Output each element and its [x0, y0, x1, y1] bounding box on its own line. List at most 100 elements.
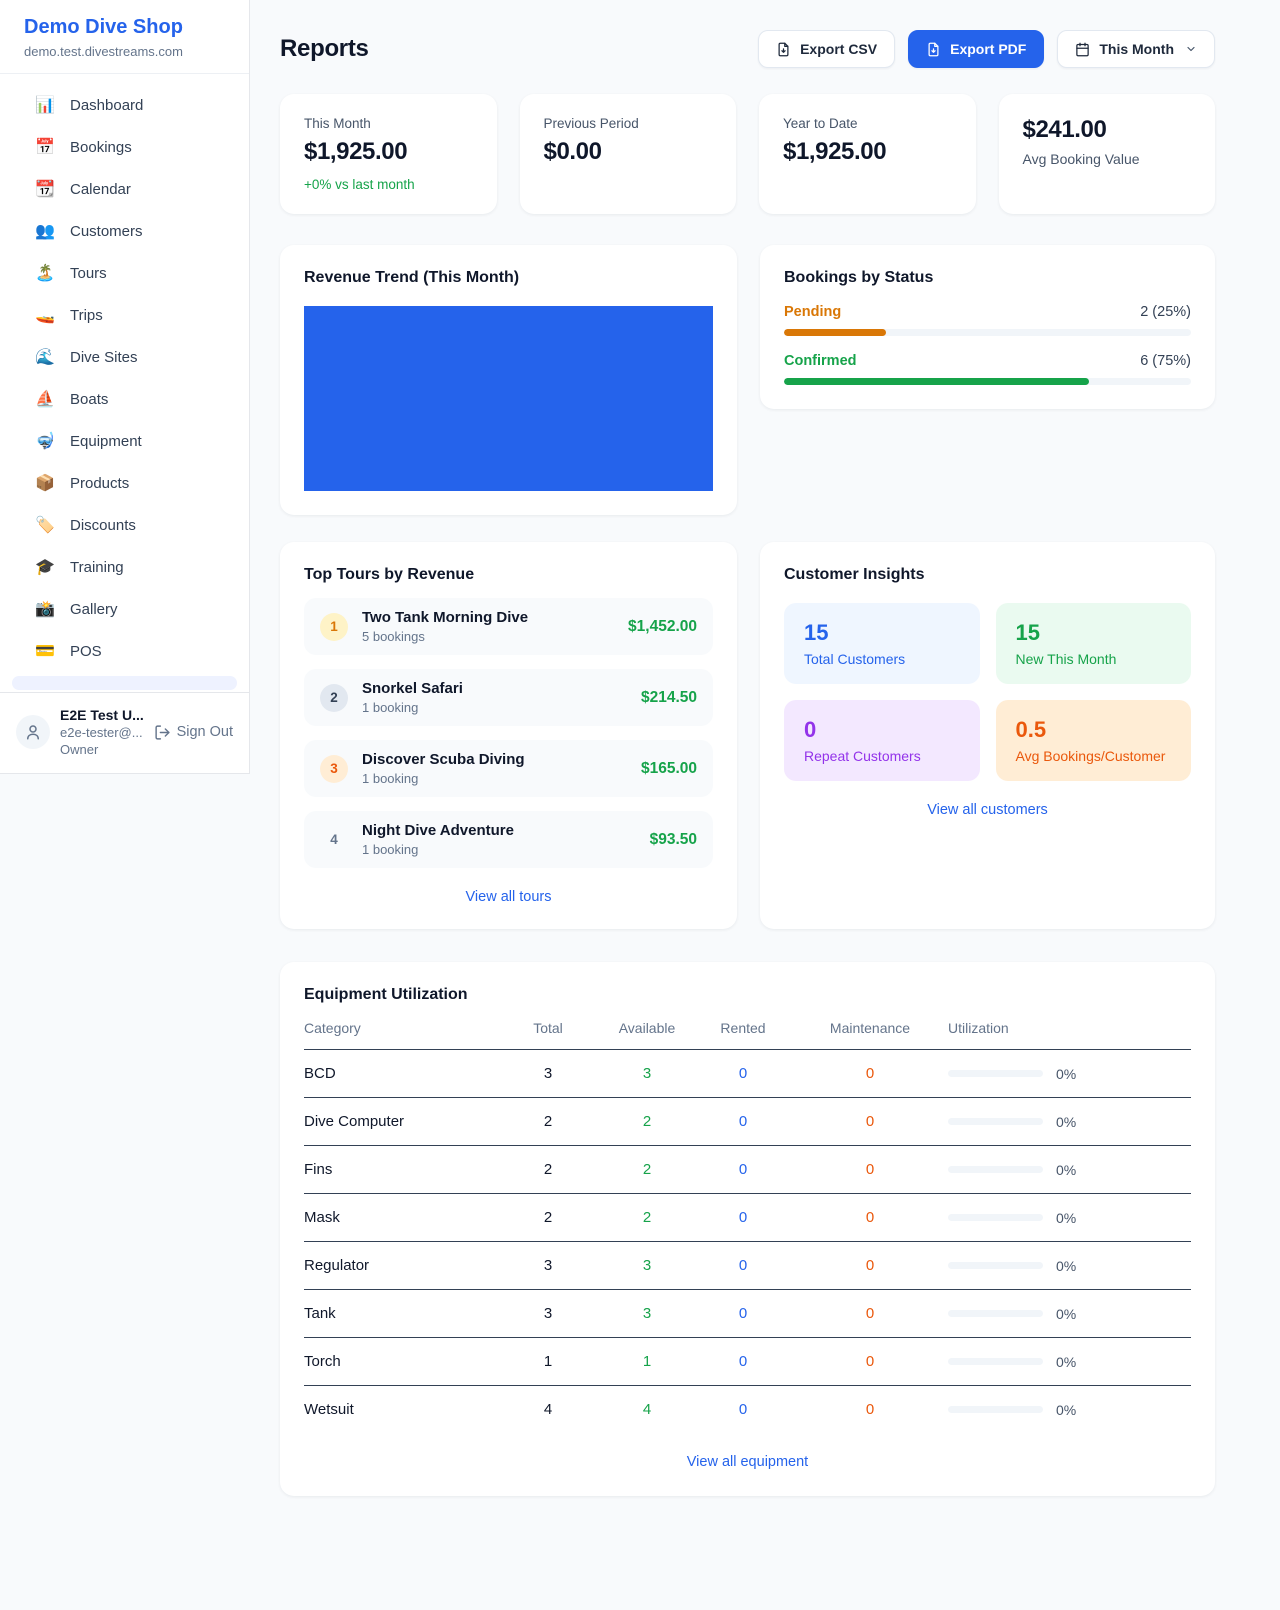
bar-chart-icon: 📊 [34, 95, 56, 115]
export-pdf-label: Export PDF [950, 41, 1026, 57]
sidebar-item-dive-sites[interactable]: 🌊 Dive Sites [12, 336, 237, 378]
equipment-available: 2 [600, 1161, 694, 1178]
export-csv-button[interactable]: Export CSV [758, 30, 895, 68]
status-progress-fill [784, 329, 886, 336]
utilization-percent: 0% [1056, 1354, 1076, 1370]
equipment-utilization-cell: 0% [948, 1114, 1191, 1130]
sidebar-header: Demo Dive Shop demo.test.divestreams.com [0, 0, 249, 74]
equipment-rented: 0 [694, 1401, 792, 1418]
equipment-category: Dive Computer [304, 1113, 496, 1130]
equipment-utilization-cell: 0% [948, 1258, 1191, 1274]
sidebar-item-gallery[interactable]: 📸 Gallery [12, 588, 237, 630]
export-pdf-button[interactable]: Export PDF [908, 30, 1044, 68]
insight-value: 0 [804, 717, 960, 743]
sidebar-item-label: Products [70, 475, 129, 492]
equipment-rented: 0 [694, 1209, 792, 1226]
sidebar-item-equipment[interactable]: 🤿 Equipment [12, 420, 237, 462]
bookings-by-status-title: Bookings by Status [784, 269, 1191, 287]
equipment-utilization-cell: 0% [948, 1306, 1191, 1322]
sidebar-item-trips[interactable]: 🚤 Trips [12, 294, 237, 336]
shop-name: Demo Dive Shop [24, 16, 225, 39]
sidebar-item-pos[interactable]: 💳 POS [12, 630, 237, 672]
equipment-table-row: Wetsuit 4 4 0 0 0% [304, 1386, 1191, 1433]
view-all-customers-link[interactable]: View all customers [927, 802, 1048, 818]
sidebar-item-boats[interactable]: ⛵ Boats [12, 378, 237, 420]
calendar-date-icon: 📅 [34, 137, 56, 157]
sidebar-item-reports-active[interactable] [12, 676, 237, 690]
view-all-equipment-link[interactable]: View all equipment [687, 1454, 808, 1470]
equipment-total: 2 [496, 1161, 600, 1178]
calendar-icon [1075, 42, 1090, 57]
sidebar-item-tours[interactable]: 🏝️ Tours [12, 252, 237, 294]
app-root: Demo Dive Shop demo.test.divestreams.com… [0, 0, 1280, 1610]
file-download-icon [926, 42, 941, 57]
tour-rank-badge: 3 [320, 755, 348, 783]
sidebar-item-training[interactable]: 🎓 Training [12, 546, 237, 588]
equipment-maintenance: 0 [792, 1209, 948, 1226]
stat-delta: +0% vs last month [304, 177, 473, 192]
utilization-percent: 0% [1056, 1306, 1076, 1322]
utilization-bar-track [948, 1358, 1043, 1365]
sidebar-item-discounts[interactable]: 🏷️ Discounts [12, 504, 237, 546]
view-all-tours-link[interactable]: View all tours [466, 889, 552, 905]
insight-label: New This Month [1016, 651, 1172, 667]
equipment-category: Torch [304, 1353, 496, 1370]
sidebar-item-label: Bookings [70, 139, 132, 156]
equipment-category: Wetsuit [304, 1401, 496, 1418]
sidebar-item-products[interactable]: 📦 Products [12, 462, 237, 504]
insight-tile: 15 Total Customers [784, 603, 980, 684]
sailboat-icon: ⛵ [34, 389, 56, 409]
tour-revenue: $93.50 [650, 831, 697, 849]
log-out-icon [154, 724, 171, 741]
equipment-maintenance: 0 [792, 1305, 948, 1322]
equipment-utilization-cell: 0% [948, 1066, 1191, 1082]
tour-bookings-count: 1 booking [362, 771, 627, 786]
stat-label: Year to Date [783, 116, 952, 131]
insight-label: Repeat Customers [804, 748, 960, 764]
utilization-percent: 0% [1056, 1210, 1076, 1226]
stat-value: $1,925.00 [304, 138, 473, 166]
equipment-available: 3 [600, 1305, 694, 1322]
sign-out-button[interactable]: Sign Out [154, 724, 233, 741]
sidebar-item-calendar[interactable]: 📆 Calendar [12, 168, 237, 210]
equipment-table-row: Dive Computer 2 2 0 0 0% [304, 1098, 1191, 1146]
period-dropdown[interactable]: This Month [1057, 30, 1215, 68]
utilization-bar-track [948, 1214, 1043, 1221]
equipment-table-row: Tank 3 3 0 0 0% [304, 1290, 1191, 1338]
user-email: e2e-tester@... [60, 725, 144, 740]
sidebar-item-dashboard[interactable]: 📊 Dashboard [12, 84, 237, 126]
sidebar-item-bookings[interactable]: 📅 Bookings [12, 126, 237, 168]
top-tours-title: Top Tours by Revenue [304, 566, 713, 584]
header-actions: Export CSV Export PDF This Month [758, 30, 1215, 68]
shop-domain: demo.test.divestreams.com [24, 44, 225, 59]
diving-mask-icon: 🤿 [34, 431, 56, 451]
utilization-bar-track [948, 1262, 1043, 1269]
sidebar-item-customers[interactable]: 👥 Customers [12, 210, 237, 252]
tour-rank-badge: 1 [320, 613, 348, 641]
user-meta: E2E Test U... e2e-tester@... Owner [60, 707, 144, 757]
status-progress-track [784, 378, 1191, 385]
status-label: Confirmed [784, 353, 857, 369]
sign-out-label: Sign Out [177, 724, 233, 740]
island-icon: 🏝️ [34, 263, 56, 283]
equipment-utilization-card: Equipment Utilization Category Total Ava… [280, 962, 1215, 1496]
sidebar-item-label: Gallery [70, 601, 118, 618]
sidebar-item-label: Equipment [70, 433, 142, 450]
export-csv-label: Export CSV [800, 41, 877, 57]
revenue-trend-title: Revenue Trend (This Month) [304, 269, 713, 287]
stat-label: Avg Booking Value [1023, 151, 1192, 167]
utilization-bar-track [948, 1406, 1043, 1413]
page-header: Reports Export CSV Export PDF This Month [280, 30, 1215, 68]
utilization-percent: 0% [1056, 1402, 1076, 1418]
tour-revenue: $214.50 [641, 689, 697, 707]
person-icon [24, 723, 42, 741]
equipment-rented: 0 [694, 1065, 792, 1082]
equipment-total: 2 [496, 1113, 600, 1130]
user-role: Owner [60, 742, 144, 757]
equipment-table-header: Category Total Available Rented Maintena… [304, 1004, 1191, 1050]
tour-list-item: 3 Discover Scuba Diving 1 booking $165.0… [304, 740, 713, 797]
tag-icon: 🏷️ [34, 515, 56, 535]
sidebar: Demo Dive Shop demo.test.divestreams.com… [0, 0, 250, 774]
insight-value: 15 [804, 620, 960, 646]
equipment-total: 1 [496, 1353, 600, 1370]
